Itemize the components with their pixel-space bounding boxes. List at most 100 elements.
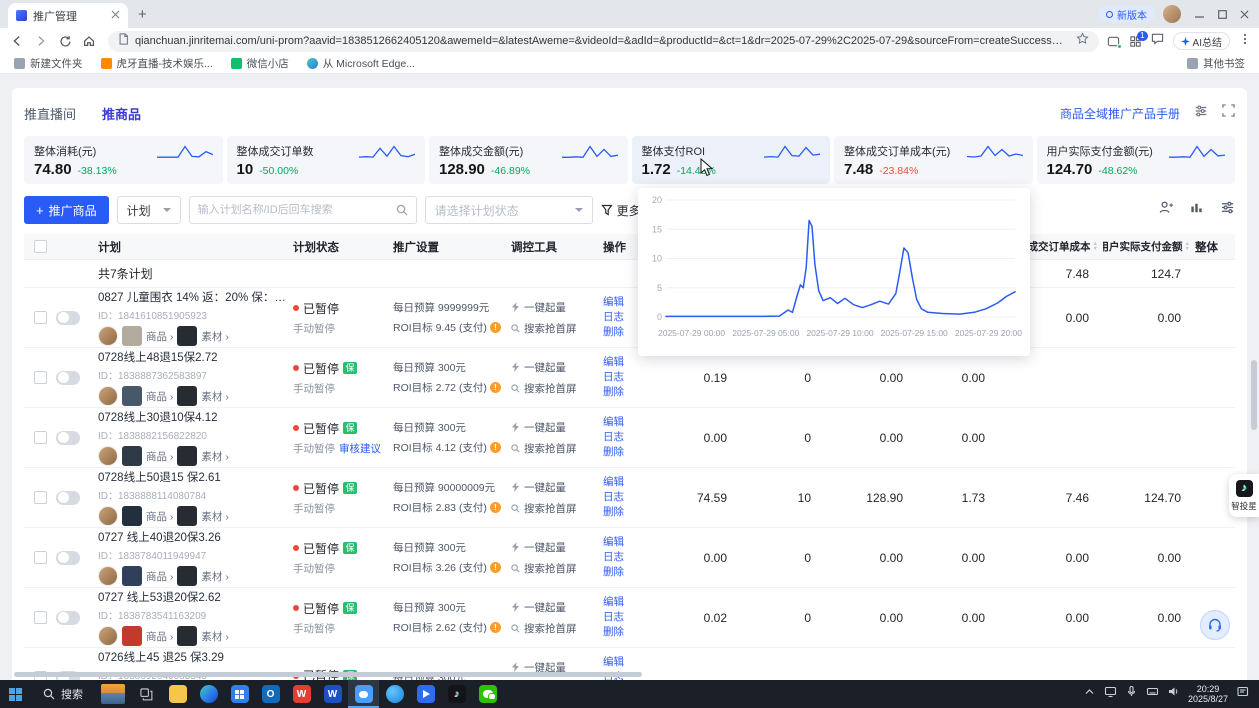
- plan-name-link[interactable]: 0726线上45 退25 保3.29: [98, 649, 287, 665]
- word-icon[interactable]: W: [317, 680, 348, 708]
- share-member-icon[interactable]: [1158, 200, 1173, 220]
- back-icon[interactable]: [6, 30, 28, 52]
- extensions-icon[interactable]: 1: [1129, 35, 1142, 48]
- material-link[interactable]: 素材 ›: [201, 629, 228, 644]
- browser-tab[interactable]: 推广管理: [8, 3, 128, 28]
- assistant-widget[interactable]: ♪ 智投星: [1229, 474, 1259, 517]
- search-top-screen-link[interactable]: 搜索抢首屏: [511, 441, 603, 456]
- meeting-app-icon[interactable]: [410, 680, 441, 708]
- plan-toggle[interactable]: [56, 431, 80, 445]
- product-thumbnail[interactable]: [122, 566, 142, 586]
- product-link[interactable]: 商品 ›: [146, 449, 173, 464]
- microsoft-store-icon[interactable]: [224, 680, 255, 708]
- help-button[interactable]: [1200, 610, 1230, 640]
- plan-name-link[interactable]: 0728线上48退15保2.72: [98, 349, 287, 365]
- plan-type-select[interactable]: 计划: [117, 196, 181, 224]
- log-link[interactable]: 日志: [603, 610, 653, 625]
- fullscreen-icon[interactable]: [1222, 104, 1235, 122]
- log-link[interactable]: 日志: [603, 370, 653, 385]
- column-settings-icon[interactable]: [1220, 200, 1235, 220]
- plan-name-link[interactable]: 0727 线上40退20保3.26: [98, 529, 287, 545]
- row-checkbox[interactable]: [34, 431, 47, 444]
- notification-center-icon[interactable]: [1236, 685, 1249, 703]
- col-plan[interactable]: 计划: [98, 239, 293, 255]
- plan-toggle[interactable]: [56, 491, 80, 505]
- product-thumbnail[interactable]: [122, 446, 142, 466]
- url-text[interactable]: qianchuan.jinritemai.com/uni-prom?aavid=…: [135, 35, 1070, 47]
- material-thumbnail[interactable]: [177, 566, 197, 586]
- plan-name-link[interactable]: 0727 线上53退20保2.62: [98, 589, 287, 605]
- delete-link[interactable]: 删除: [603, 505, 653, 520]
- edit-link[interactable]: 编辑: [603, 595, 653, 610]
- search-top-screen-link[interactable]: 搜索抢首屏: [511, 381, 603, 396]
- row-checkbox[interactable]: [34, 491, 47, 504]
- one-key-boost-link[interactable]: 一键起量: [511, 540, 603, 555]
- photo-preview-thumbnail[interactable]: [101, 684, 125, 704]
- chat-sidebar-icon[interactable]: [1151, 32, 1164, 50]
- monitor-icon[interactable]: [1104, 685, 1117, 703]
- material-thumbnail[interactable]: [177, 506, 197, 526]
- url-field[interactable]: qianchuan.jinritemai.com/uni-prom?aavid=…: [108, 31, 1099, 52]
- row-checkbox[interactable]: [34, 311, 47, 324]
- material-thumbnail[interactable]: [177, 326, 197, 346]
- one-key-boost-link[interactable]: 一键起量: [511, 300, 603, 315]
- tab-close-icon[interactable]: [111, 10, 120, 22]
- table-settings-icon[interactable]: [1194, 104, 1208, 123]
- file-explorer-icon[interactable]: [162, 680, 193, 708]
- bookmark-edge-import[interactable]: 从 Microsoft Edge...: [307, 56, 415, 71]
- sort-icon[interactable]: ▲▼: [1093, 242, 1098, 251]
- row-checkbox[interactable]: [34, 611, 47, 624]
- one-key-boost-link[interactable]: 一键起量: [511, 600, 603, 615]
- material-link[interactable]: 素材 ›: [201, 389, 228, 404]
- search-top-screen-link[interactable]: 搜索抢首屏: [511, 501, 603, 516]
- wps-icon[interactable]: W: [286, 680, 317, 708]
- log-link[interactable]: 日志: [603, 550, 653, 565]
- product-link[interactable]: 商品 ›: [146, 329, 173, 344]
- edit-link[interactable]: 编辑: [603, 415, 653, 430]
- product-thumbnail[interactable]: [122, 326, 142, 346]
- plan-toggle[interactable]: [56, 311, 80, 325]
- bookmark-new-folder[interactable]: 新建文件夹: [14, 56, 83, 71]
- plan-name-link[interactable]: 0827 儿童围衣 14% 返：20% 保：9.92: [98, 289, 287, 305]
- task-view-icon[interactable]: [131, 680, 162, 708]
- material-thumbnail[interactable]: [177, 446, 197, 466]
- stat-card-order-cost[interactable]: 整体成交订单成本(元) 7.48-23.84%: [834, 136, 1033, 184]
- stat-card-deal-amount[interactable]: 整体成交金额(元) 128.90-46.89%: [429, 136, 628, 184]
- browser-profile-avatar[interactable]: [1163, 5, 1181, 23]
- tab-live-room[interactable]: 推直播间: [24, 104, 76, 123]
- start-button[interactable]: [0, 680, 31, 708]
- close-window-icon[interactable]: [1233, 0, 1255, 28]
- stat-card-consumption[interactable]: 整体消耗(元) 74.80-38.13%: [24, 136, 223, 184]
- tray-chevron-up-icon[interactable]: [1083, 685, 1096, 703]
- forward-icon[interactable]: [30, 30, 52, 52]
- product-thumbnail[interactable]: [122, 386, 142, 406]
- row-checkbox[interactable]: [34, 551, 47, 564]
- bookmark-weixin-shop[interactable]: 微信小店: [231, 56, 289, 71]
- taskbar-search[interactable]: 搜索: [31, 680, 95, 708]
- plan-toggle[interactable]: [56, 371, 80, 385]
- other-bookmarks[interactable]: 其他书签: [1187, 56, 1245, 71]
- new-version-badge[interactable]: 新版本: [1098, 6, 1155, 22]
- keyboard-icon[interactable]: [1146, 685, 1159, 703]
- profile-sync-icon[interactable]: [1107, 35, 1120, 48]
- product-thumbnail[interactable]: [122, 506, 142, 526]
- plan-toggle[interactable]: [56, 551, 80, 565]
- material-link[interactable]: 素材 ›: [201, 329, 228, 344]
- plan-toggle[interactable]: [56, 611, 80, 625]
- product-manual-link[interactable]: 商品全域推广产品手册: [1060, 105, 1180, 122]
- search-top-screen-link[interactable]: 搜索抢首屏: [511, 321, 603, 336]
- page-info-icon[interactable]: [118, 32, 129, 50]
- column-chart-icon[interactable]: [1189, 200, 1204, 220]
- product-link[interactable]: 商品 ›: [146, 509, 173, 524]
- plan-status-select[interactable]: 请选择计划状态: [425, 196, 593, 224]
- taskbar-clock[interactable]: 20:29 2025/8/27: [1188, 684, 1228, 705]
- log-link[interactable]: 日志: [603, 490, 653, 505]
- plan-name-link[interactable]: 0728线上50退15 保2.61: [98, 469, 287, 485]
- search-icon[interactable]: [396, 204, 408, 216]
- edge-icon[interactable]: [193, 680, 224, 708]
- more-menu-icon[interactable]: [1239, 32, 1251, 50]
- bookmark-huya[interactable]: 虎牙直播-技术娱乐...: [101, 56, 213, 71]
- product-link[interactable]: 商品 ›: [146, 629, 173, 644]
- edit-link[interactable]: 编辑: [603, 535, 653, 550]
- vertical-scrollbar[interactable]: [1251, 360, 1257, 430]
